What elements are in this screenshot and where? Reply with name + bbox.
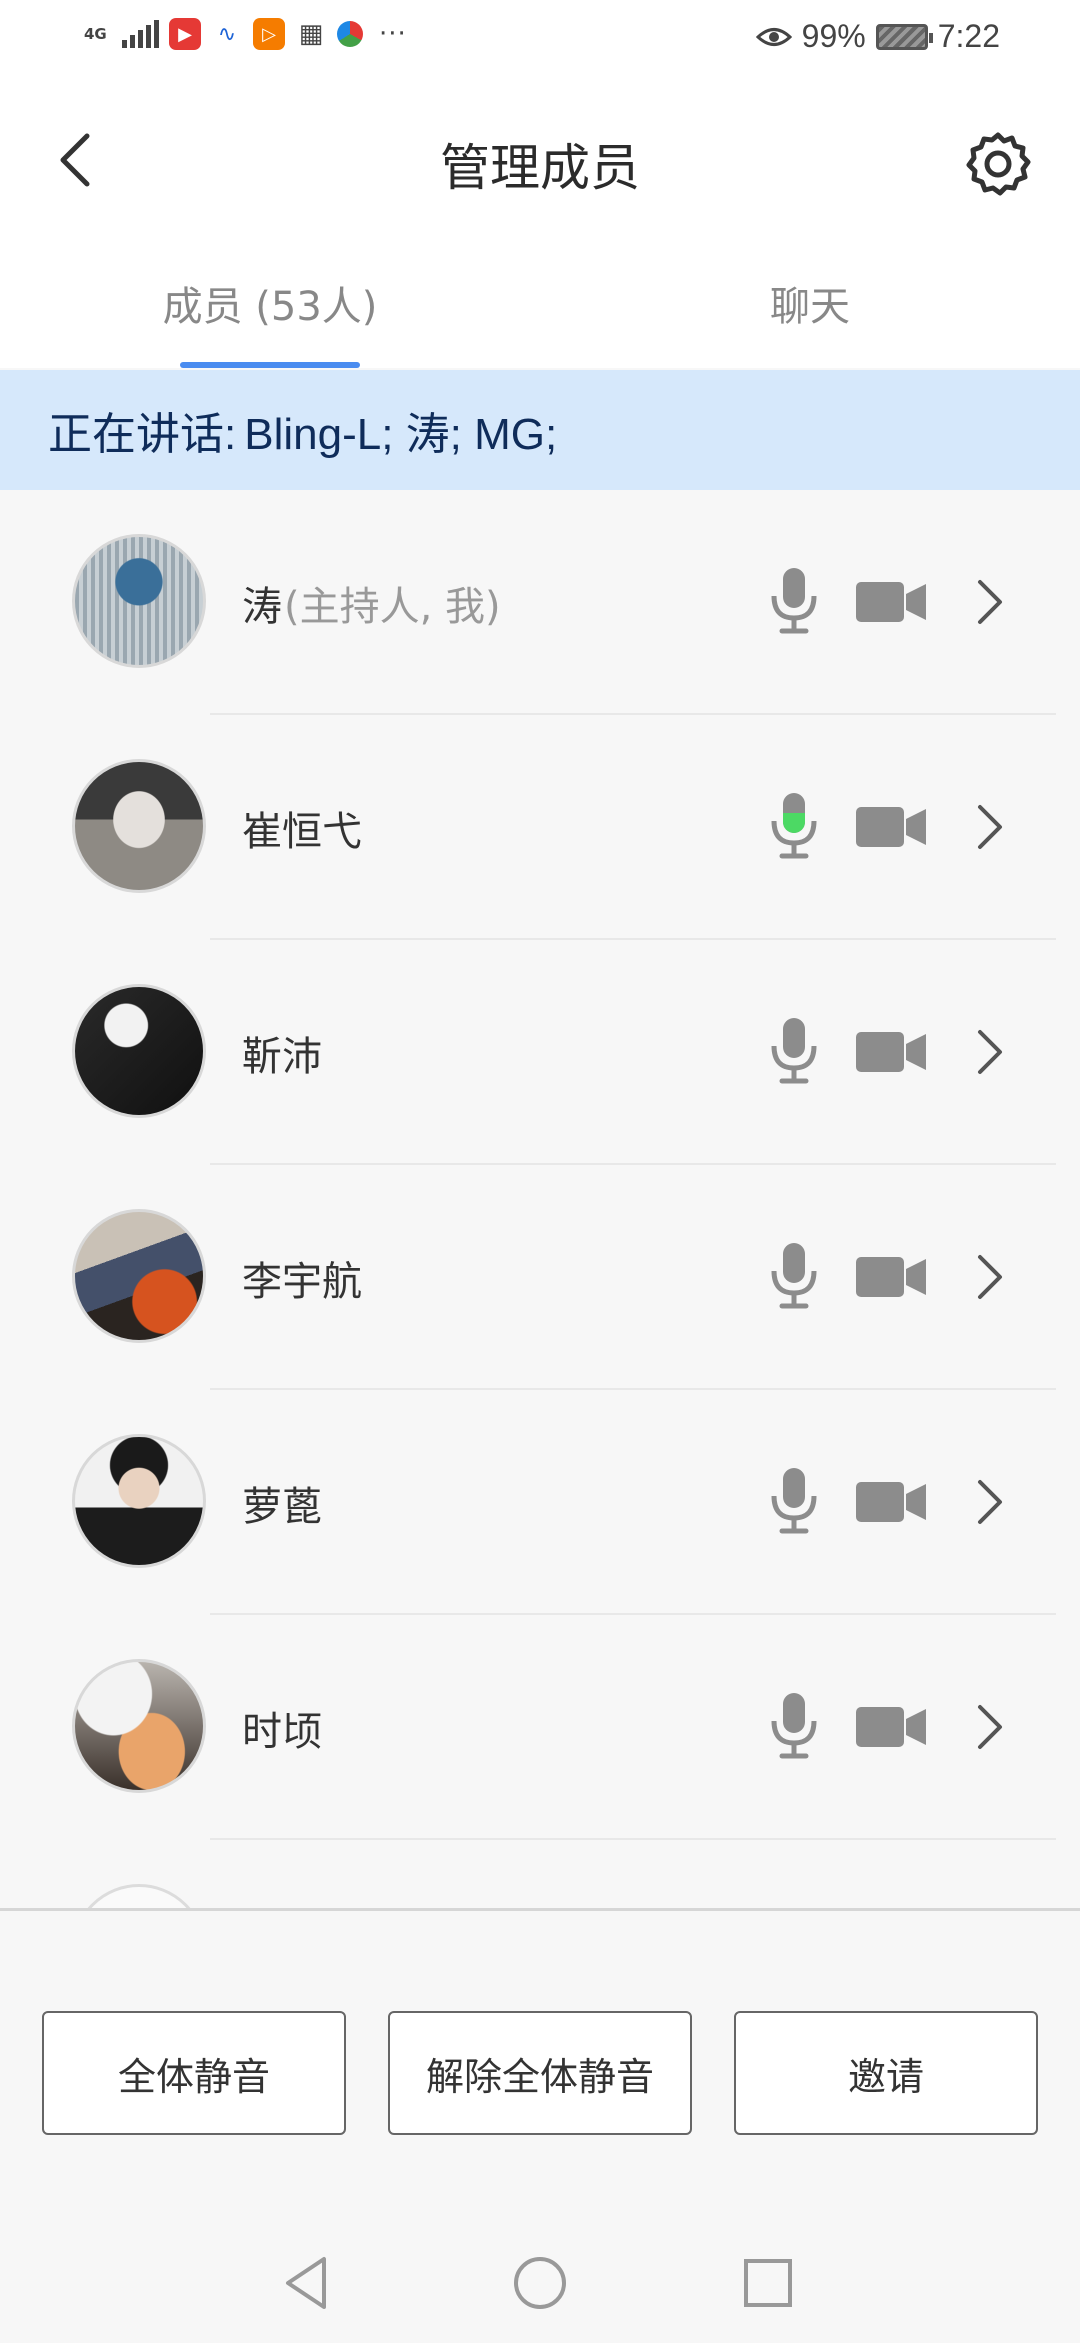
- chevron-right-icon[interactable]: [972, 1476, 1008, 1528]
- member-row[interactable]: 靳沛: [0, 940, 1080, 1165]
- network-type: 4G: [84, 24, 107, 43]
- chevron-right-icon[interactable]: [972, 576, 1008, 628]
- status-bar: 4G ▶ ∿ ▷ ▦ ··· 99% 7:22: [0, 0, 1080, 80]
- camera-icon[interactable]: [856, 805, 928, 849]
- camera-icon[interactable]: [856, 580, 928, 624]
- microphone-icon[interactable]: [768, 1241, 820, 1311]
- camera-icon[interactable]: [856, 1705, 928, 1749]
- video-app-icon: ▶: [169, 18, 201, 50]
- member-name: 时顷: [242, 1708, 322, 1755]
- member-row[interactable]: 萝蓖: [0, 1390, 1080, 1615]
- camera-icon[interactable]: [856, 1030, 928, 1074]
- eye-icon: [755, 27, 792, 46]
- member-name: 李宇航: [242, 1258, 362, 1305]
- play-app-icon: ▷: [253, 18, 285, 50]
- status-right: 99% 7:22: [755, 18, 1000, 55]
- member-row[interactable]: 时顷: [0, 1615, 1080, 1840]
- member-name: 靳沛: [242, 1033, 322, 1080]
- chevron-right-icon[interactable]: [972, 801, 1008, 853]
- microphone-icon[interactable]: [768, 566, 820, 636]
- nav-back-button[interactable]: [268, 2243, 348, 2323]
- battery-icon: [875, 23, 933, 50]
- member-row[interactable]: 崔恒弋: [0, 715, 1080, 940]
- more-dots-icon: ···: [379, 19, 407, 49]
- tab-bar: 成员 (53人) 聊天: [0, 250, 1080, 368]
- avatar: [72, 1209, 206, 1343]
- avatar: [72, 759, 206, 893]
- speaking-label: 正在讲话:: [48, 410, 237, 459]
- member-role: (主持人, 我): [284, 583, 501, 630]
- member-name: 萝蓖: [242, 1483, 322, 1530]
- circle-home-icon: [514, 2257, 566, 2309]
- app-icon: ∿: [211, 18, 243, 50]
- status-left: 4G ▶ ∿ ▷ ▦ ···: [84, 18, 407, 50]
- member-row[interactable]: 李宇航: [0, 1165, 1080, 1390]
- nav-recents-button[interactable]: [728, 2243, 808, 2323]
- triangle-back-icon: [286, 2257, 326, 2309]
- avatar: [72, 984, 206, 1118]
- member-row[interactable]: 涛 (主持人, 我): [0, 490, 1080, 715]
- unmute-all-button[interactable]: 解除全体静音: [388, 2011, 692, 2135]
- chevron-right-icon[interactable]: [972, 1026, 1008, 1078]
- member-name: 涛 (主持人, 我): [242, 490, 501, 715]
- nav-home-button[interactable]: [500, 2243, 580, 2323]
- camera-icon[interactable]: [856, 1480, 928, 1524]
- member-list[interactable]: 涛 (主持人, 我) 崔恒弋 靳沛 李宇航 萝蓖 时顷: [0, 490, 1080, 1910]
- square-recents-icon: [744, 2259, 792, 2307]
- member-row-partial[interactable]: [0, 1840, 1080, 1910]
- invite-button[interactable]: 邀请: [734, 2011, 1038, 2135]
- page-title: 管理成员: [440, 139, 640, 197]
- camera-icon[interactable]: [856, 1255, 928, 1299]
- chevron-right-icon[interactable]: [972, 1251, 1008, 1303]
- tab-active-indicator: [180, 362, 360, 368]
- avatar: [72, 534, 206, 668]
- tab-members[interactable]: 成员 (53人): [90, 244, 450, 362]
- clock: 7:22: [937, 18, 1000, 54]
- mute-all-button[interactable]: 全体静音: [42, 2011, 346, 2135]
- system-nav-bar: [0, 2213, 1080, 2343]
- settings-button[interactable]: [958, 124, 1038, 204]
- calendar-icon: ▦: [295, 18, 327, 50]
- browser-icon: [337, 21, 363, 47]
- chevron-right-icon[interactable]: [972, 1701, 1008, 1753]
- speaking-banner: 正在讲话: Bling-L; 涛; MG;: [0, 370, 1080, 490]
- bottom-panel: 全体静音 解除全体静音 邀请: [0, 1908, 1080, 2343]
- avatar: [72, 1659, 206, 1793]
- avatar: [72, 1434, 206, 1568]
- microphone-icon[interactable]: [768, 1016, 820, 1086]
- microphone-icon[interactable]: [768, 1691, 820, 1761]
- avatar: [72, 1884, 206, 1910]
- signal-icon: [122, 20, 159, 48]
- battery-percent: 99%: [801, 18, 866, 54]
- tab-chat[interactable]: 聊天: [630, 244, 990, 362]
- gear-icon: [966, 132, 1031, 196]
- app-bar: 管理成员: [0, 80, 1080, 250]
- microphone-active-icon[interactable]: [768, 791, 820, 861]
- speaking-names: Bling-L; 涛; MG;: [244, 410, 558, 459]
- microphone-icon[interactable]: [768, 1466, 820, 1536]
- member-name: 崔恒弋: [242, 808, 362, 855]
